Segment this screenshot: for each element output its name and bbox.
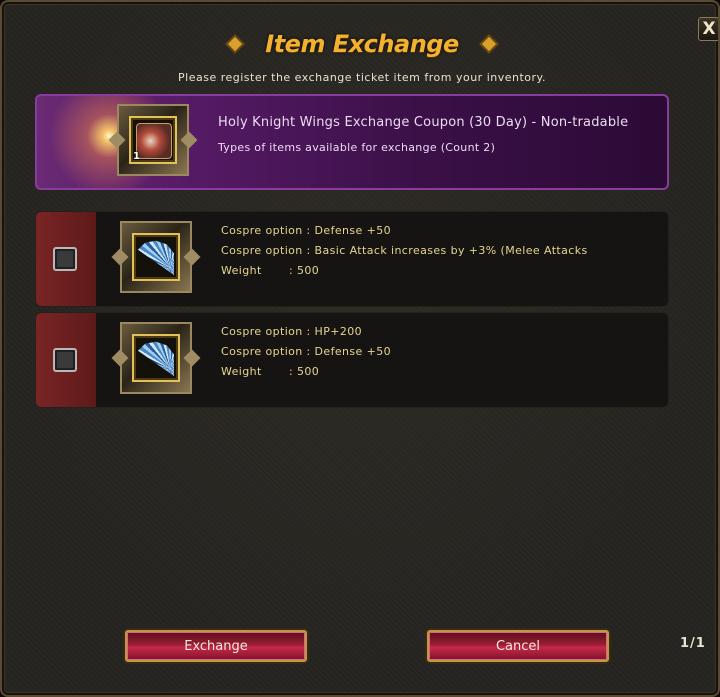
- wings-icon: [138, 341, 174, 376]
- option-select-area[interactable]: [36, 212, 96, 306]
- coupon-description: Types of items available for exchange (C…: [218, 141, 496, 154]
- cancel-button[interactable]: Cancel: [427, 630, 609, 662]
- coupon-count: 1: [133, 151, 140, 162]
- wings-icon: [138, 240, 174, 275]
- option-1-checkbox[interactable]: [53, 247, 77, 271]
- option-2-checkbox[interactable]: [53, 348, 77, 372]
- coupon-name: Holy Knight Wings Exchange Coupon (30 Da…: [218, 115, 629, 130]
- option-1-item-slot[interactable]: [120, 221, 192, 293]
- title-row: Item Exchange: [2, 30, 718, 58]
- exchange-option-1[interactable]: Cospre option : Defense +50 Cospre optio…: [35, 211, 669, 307]
- option-2-line-1: Cospre option : HP+200: [221, 325, 363, 338]
- instruction-text: Please register the exchange ticket item…: [178, 71, 546, 84]
- coupon-slot[interactable]: 1: [117, 104, 189, 176]
- close-button[interactable]: X: [698, 17, 718, 41]
- diamond-right-icon: [481, 36, 496, 51]
- option-1-line-1: Cospre option : Defense +50: [221, 224, 392, 237]
- coupon-slot-inner: 1: [129, 116, 177, 164]
- exchange-button[interactable]: Exchange: [125, 630, 307, 662]
- coupon-icon: [136, 123, 172, 159]
- option-2-line-3: Weight : 500: [221, 365, 320, 378]
- option-2-line-2: Cospre option : Defense +50: [221, 345, 392, 358]
- diamond-left-icon: [228, 36, 243, 51]
- option-1-line-3: Weight : 500: [221, 264, 320, 277]
- option-1-line-2: Cospre option : Basic Attack increases b…: [221, 244, 588, 257]
- option-select-area[interactable]: [36, 313, 96, 407]
- option-2-slot-inner: [132, 334, 180, 382]
- item-exchange-window: Item Exchange Please register the exchan…: [0, 0, 720, 697]
- page-indicator: 1/1: [680, 636, 706, 651]
- exchange-option-2[interactable]: Cospre option : HP+200 Cospre option : D…: [35, 312, 669, 408]
- option-1-slot-inner: [132, 233, 180, 281]
- window-title: Item Exchange: [265, 30, 459, 58]
- coupon-panel: 1 Holy Knight Wings Exchange Coupon (30 …: [35, 94, 669, 190]
- option-2-item-slot[interactable]: [120, 322, 192, 394]
